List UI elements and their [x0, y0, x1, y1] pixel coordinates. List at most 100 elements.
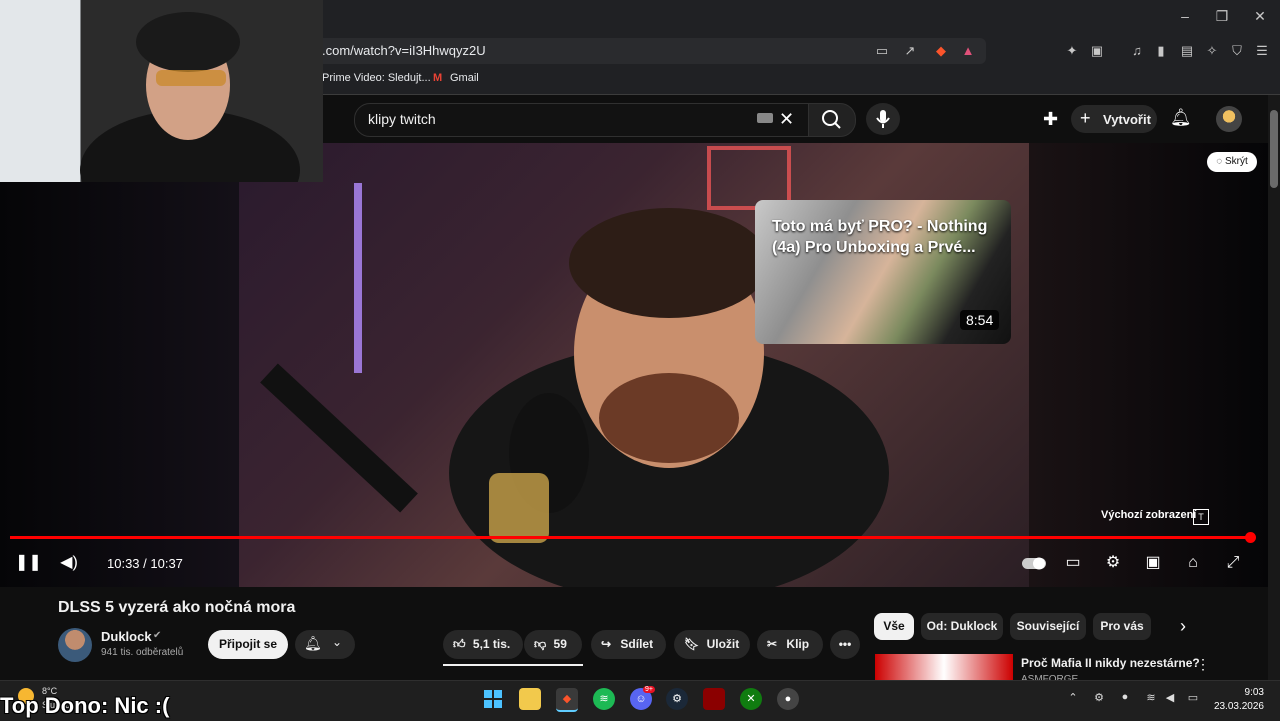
volume-tray-icon[interactable]: ◀: [1163, 691, 1177, 704]
spotify-icon[interactable]: ≋: [593, 688, 615, 710]
menu-icon[interactable]: ☰: [1253, 42, 1271, 60]
share-label: Sdílet: [620, 637, 654, 651]
music-icon[interactable]: ♫: [1128, 42, 1146, 60]
bookmark-icon: 🔖︎: [684, 637, 700, 651]
create-label: Vytvořit: [1103, 112, 1151, 127]
chip-from-channel[interactable]: Od: Duklock: [921, 613, 1003, 640]
streamer-webcam: [0, 0, 300, 182]
wifi-icon[interactable]: ≋: [1144, 691, 1158, 704]
bell-icon: 🔔︎: [304, 635, 322, 651]
pause-icon[interactable]: ❚❚: [15, 552, 42, 574]
like-ratio-bar: [443, 664, 583, 666]
share-icon[interactable]: ↗: [901, 42, 919, 60]
bookmark-gmail[interactable]: Gmail: [450, 72, 479, 84]
thumbs-down-icon: 👎︎: [534, 637, 547, 651]
clock-time[interactable]: 9:03: [1216, 687, 1264, 698]
more-actions-button[interactable]: •••: [830, 630, 860, 659]
time-display: 10:33 / 10:37: [107, 556, 183, 571]
clear-search-icon[interactable]: ✕: [779, 109, 794, 130]
battery-icon[interactable]: ▭: [1186, 691, 1200, 704]
xbox-icon[interactable]: ✕: [740, 688, 762, 710]
endcard-duration: 8:54: [960, 310, 1000, 330]
subscribe-button[interactable]: Připojit se: [208, 630, 288, 659]
discord-badge: 9+: [643, 686, 655, 693]
theater-mode-tooltip: Výchozí zobrazení: [1101, 509, 1197, 521]
chip-all[interactable]: Vše: [874, 613, 914, 640]
more-horizontal-icon: •••: [838, 637, 852, 651]
sidebar-icon[interactable]: ▮: [1152, 42, 1170, 60]
channel-avatar[interactable]: [58, 628, 92, 662]
channel-name[interactable]: Duklock: [101, 629, 152, 644]
scissors-icon: ✂: [767, 637, 778, 651]
close-icon[interactable]: ✕: [1250, 8, 1270, 25]
stream-overlay-text: Top Dono: Nic :(: [0, 693, 170, 718]
cast-to-tv-icon[interactable]: ⌂: [1181, 552, 1205, 574]
fullscreen-icon[interactable]: ⤢: [1221, 552, 1245, 574]
clock-date[interactable]: 23.03.2026: [1210, 701, 1264, 712]
mic-tray-icon[interactable]: ●: [1118, 691, 1132, 703]
restore-icon[interactable]: ❐: [1212, 8, 1232, 25]
progress-bar[interactable]: [10, 536, 1250, 539]
search-value[interactable]: klipy twitch: [368, 111, 436, 127]
reader-icon[interactable]: ▣: [1088, 42, 1106, 60]
gmail-icon: M: [433, 72, 443, 84]
user-avatar[interactable]: [1216, 106, 1242, 132]
notifications-button[interactable]: 🔔︎ ⌄: [295, 630, 355, 659]
show-hidden-icons[interactable]: ⌃: [1066, 691, 1080, 704]
verified-icon: ✔: [153, 630, 162, 641]
recommendation-title[interactable]: Proč Mafia II nikdy nezestárne?: [1021, 656, 1200, 670]
ambient-left: [0, 143, 239, 587]
leo-icon[interactable]: ✧: [1203, 42, 1221, 60]
volume-icon[interactable]: ◀): [57, 552, 81, 574]
rewards-icon[interactable]: ▲: [959, 42, 977, 60]
scrollbar-thumb[interactable]: [1270, 110, 1278, 188]
create-studio-icon[interactable]: ✚: [1043, 109, 1058, 130]
progress-scrubber[interactable]: [1245, 532, 1256, 543]
endcard-title[interactable]: Toto má byť PRO? - Nothing (4a) Pro Unbo…: [772, 216, 998, 258]
eye-off-icon: ◌: [1216, 156, 1225, 167]
search-button[interactable]: [808, 103, 856, 137]
steam-icon[interactable]: ⚙: [666, 688, 688, 710]
chip-for-you[interactable]: Pro vás: [1093, 613, 1151, 640]
brave-shield-icon[interactable]: ◆: [932, 42, 950, 60]
file-explorer-icon[interactable]: [519, 688, 541, 710]
recorder-app-icon[interactable]: ●: [777, 688, 799, 710]
search-icon: [822, 110, 841, 129]
steam-tray-icon[interactable]: ⚙: [1092, 691, 1106, 704]
bookmark-prime-video[interactable]: Prime Video: Sledujt...: [322, 72, 431, 84]
share-arrow-icon: ↪: [601, 637, 612, 651]
game-app-icon[interactable]: [703, 688, 725, 710]
more-vertical-icon[interactable]: ⋮: [1196, 656, 1210, 673]
save-label: Uložit: [706, 637, 740, 651]
thumbs-up-icon: 👍︎: [453, 637, 466, 651]
extensions-icon[interactable]: ✦: [1063, 42, 1081, 60]
wallet-icon[interactable]: ▤: [1178, 42, 1196, 60]
theater-mode-icon[interactable]: ▣: [1141, 552, 1165, 574]
chip-related[interactable]: Související: [1010, 613, 1086, 640]
settings-gear-icon[interactable]: ⚙: [1101, 552, 1125, 574]
plus-icon: +: [1080, 108, 1091, 128]
share-button[interactable]: ↪ Sdílet: [591, 630, 666, 659]
notifications-bell-icon[interactable]: 🔔︎: [1170, 108, 1192, 128]
autoplay-toggle-icon[interactable]: [1021, 552, 1047, 574]
minimize-icon[interactable]: –: [1175, 8, 1195, 24]
like-button[interactable]: 👍︎ 5,1 tis.: [443, 630, 523, 659]
dislike-button[interactable]: 👎︎ 59: [524, 630, 582, 659]
hide-endscreen-button[interactable]: ◌ Skrýt: [1207, 152, 1257, 172]
vpn-icon[interactable]: ⛉: [1228, 42, 1246, 60]
windows-start-icon[interactable]: [482, 688, 504, 710]
webcam-overlay: [0, 0, 323, 182]
cast-icon[interactable]: ▭: [873, 42, 891, 60]
save-button[interactable]: 🔖︎ Uložit: [674, 630, 750, 659]
voice-search-button[interactable]: [866, 103, 900, 135]
dislike-count: 59: [553, 637, 567, 651]
chevron-down-icon: ⌄: [332, 635, 343, 649]
subtitles-icon[interactable]: ▭: [1061, 552, 1085, 574]
clip-button[interactable]: ✂ Klip: [757, 630, 823, 659]
url-text[interactable]: .com/watch?v=iI3Hhwqyz2U: [322, 43, 486, 58]
hide-label: Skrýt: [1224, 156, 1248, 167]
recommendation-thumbnail[interactable]: [875, 654, 1013, 680]
brave-browser-icon[interactable]: ◆: [556, 688, 578, 712]
chevron-right-icon[interactable]: ›: [1180, 616, 1186, 637]
keyboard-icon[interactable]: [757, 113, 773, 123]
